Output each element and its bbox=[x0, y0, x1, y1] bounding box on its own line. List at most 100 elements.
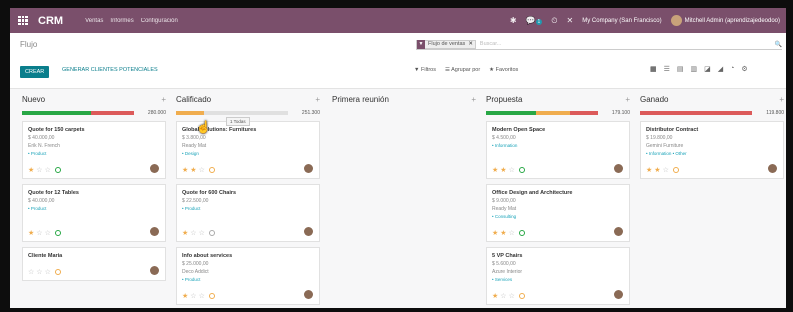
activity-status-icon[interactable] bbox=[518, 230, 525, 236]
progress-bar[interactable] bbox=[22, 111, 134, 115]
priority-star-icon[interactable]: ★ bbox=[182, 229, 188, 237]
menu-configuracion[interactable]: Configuración bbox=[141, 18, 178, 24]
priority-star-icon[interactable]: ★ bbox=[646, 166, 652, 174]
opportunity-card[interactable]: Quote for 600 Chairs $ 22.500,00 • Product… bbox=[176, 184, 320, 242]
priority-star-icon[interactable]: ☆ bbox=[199, 166, 205, 174]
apps-menu-icon[interactable] bbox=[18, 15, 28, 26]
graph-view-icon[interactable]: ◪ bbox=[704, 65, 711, 73]
menu-ventas[interactable]: Ventas bbox=[85, 18, 103, 24]
priority-star-icon[interactable]: ☆ bbox=[500, 292, 506, 300]
priority-star-icon[interactable]: ☆ bbox=[663, 166, 669, 174]
priority-star-icon[interactable]: ☆ bbox=[45, 268, 51, 276]
progress-segment-red[interactable] bbox=[569, 111, 598, 115]
priority-star-icon[interactable]: ★ bbox=[492, 229, 498, 237]
priority-star-icon[interactable]: ☆ bbox=[199, 292, 205, 300]
priority-star-icon[interactable]: ☆ bbox=[509, 229, 515, 237]
progress-segment-orange[interactable] bbox=[176, 111, 204, 115]
opportunity-card[interactable]: Office Design and Architecture $ 9.000,00… bbox=[486, 184, 630, 242]
progress-segment-red[interactable] bbox=[91, 111, 134, 115]
opportunity-card[interactable]: Cliente Maria ☆ ☆ ☆ bbox=[22, 247, 166, 281]
create-button[interactable]: CREAR bbox=[20, 66, 50, 78]
progress-bar[interactable] bbox=[640, 111, 752, 115]
chat-icon[interactable]: 💬 1 bbox=[526, 16, 543, 25]
facet-remove-icon[interactable]: ✕ bbox=[468, 41, 475, 47]
column-header[interactable]: Propuesta + bbox=[486, 95, 630, 104]
company-switcher[interactable]: My Company (San Francisco) bbox=[582, 18, 661, 24]
activity-status-icon[interactable] bbox=[54, 230, 61, 236]
kanban-view-icon[interactable]: ▦ bbox=[650, 65, 657, 73]
calendar-view-icon[interactable]: ▤ bbox=[677, 65, 684, 73]
opportunity-card[interactable]: 5 VP Chairs $ 5.600,00 Azure Interior • Ser… bbox=[486, 247, 630, 305]
cohort-view-icon[interactable]: ⚙ bbox=[741, 65, 747, 73]
column-header[interactable]: Ganado + bbox=[640, 95, 784, 104]
priority-star-icon[interactable]: ★ bbox=[28, 229, 34, 237]
column-header[interactable]: Nuevo + bbox=[22, 95, 166, 104]
priority-star-icon[interactable]: ☆ bbox=[45, 166, 51, 174]
menu-informes[interactable]: Informes bbox=[110, 18, 133, 24]
priority-star-icon[interactable]: ☆ bbox=[190, 292, 196, 300]
priority-star-icon[interactable]: ☆ bbox=[199, 229, 205, 237]
activity-status-icon[interactable] bbox=[208, 293, 215, 299]
progress-segment-green[interactable] bbox=[22, 111, 92, 115]
priority-star-icon[interactable]: ★ bbox=[28, 166, 34, 174]
list-view-icon[interactable]: ☰ bbox=[664, 65, 670, 73]
priority-star-icon[interactable]: ☆ bbox=[509, 166, 515, 174]
opportunity-card[interactable]: Distributor Contract $ 19.800,00 Gemini Fu… bbox=[640, 121, 784, 179]
priority-star-icon[interactable]: ★ bbox=[500, 166, 506, 174]
search-facet[interactable]: ▼ Flujo de ventas ✕ bbox=[416, 39, 476, 49]
map-view-icon[interactable]: ◢ bbox=[718, 65, 723, 73]
activity-status-icon[interactable] bbox=[208, 167, 215, 173]
activity-status-icon[interactable] bbox=[672, 167, 679, 173]
activity-view-icon[interactable]: ◔ bbox=[730, 65, 734, 73]
opportunity-card[interactable]: Info about services $ 25.000,00 Deco Addic… bbox=[176, 247, 320, 305]
priority-star-icon[interactable]: ☆ bbox=[36, 229, 42, 237]
opportunity-card[interactable]: Quote for 150 carpets $ 40.000,00 Erik N. … bbox=[22, 121, 166, 179]
generate-leads-button[interactable]: GENERAR CLIENTES POTENCIALES bbox=[62, 67, 158, 73]
progress-segment-orange[interactable] bbox=[536, 111, 570, 115]
priority-star-icon[interactable]: ☆ bbox=[190, 229, 196, 237]
progress-segment-green[interactable] bbox=[486, 111, 537, 115]
groupby-dropdown[interactable]: ☰ Agrupar por bbox=[445, 67, 480, 73]
filters-dropdown[interactable]: ▼ Filtros bbox=[414, 67, 436, 73]
quick-create-icon[interactable]: + bbox=[161, 95, 166, 104]
priority-star-icon[interactable]: ★ bbox=[654, 166, 660, 174]
app-brand[interactable]: CRM bbox=[38, 15, 63, 27]
search-icon[interactable]: 🔍 bbox=[775, 41, 782, 48]
activity-status-icon[interactable] bbox=[54, 167, 61, 173]
column-header[interactable]: Calificado + bbox=[176, 95, 320, 104]
search-input[interactable]: Buscar... bbox=[480, 41, 501, 47]
priority-star-icon[interactable]: ★ bbox=[182, 166, 188, 174]
search-bar[interactable]: ▼ Flujo de ventas ✕ Buscar... 🔍 bbox=[416, 39, 782, 50]
activity-status-icon[interactable] bbox=[208, 230, 215, 236]
progress-segment-red[interactable] bbox=[640, 111, 752, 115]
column-title: Primera reunión bbox=[332, 95, 389, 104]
activity-status-icon[interactable] bbox=[54, 269, 61, 275]
priority-star-icon[interactable]: ☆ bbox=[28, 268, 34, 276]
priority-star-icon[interactable]: ★ bbox=[500, 229, 506, 237]
quick-create-icon[interactable]: + bbox=[315, 95, 320, 104]
progress-bar[interactable] bbox=[486, 111, 598, 115]
activity-status-icon[interactable] bbox=[518, 167, 525, 173]
quick-create-icon[interactable]: + bbox=[471, 95, 476, 104]
bug-icon[interactable]: ✱ bbox=[510, 16, 517, 25]
activity-status-icon[interactable] bbox=[518, 293, 525, 299]
close-icon[interactable]: ✕ bbox=[567, 16, 574, 25]
priority-star-icon[interactable]: ☆ bbox=[36, 268, 42, 276]
user-menu[interactable]: Mitchell Admin (aprendizajedeodoo) bbox=[670, 15, 780, 26]
priority-star-icon[interactable]: ★ bbox=[182, 292, 188, 300]
quick-create-icon[interactable]: + bbox=[625, 95, 630, 104]
pivot-view-icon[interactable]: ▥ bbox=[691, 65, 698, 73]
priority-star-icon[interactable]: ★ bbox=[492, 292, 498, 300]
priority-star-icon[interactable]: ★ bbox=[190, 166, 196, 174]
priority-star-icon[interactable]: ★ bbox=[492, 166, 498, 174]
opportunity-card[interactable]: Quote for 12 Tables $ 40.000,00 • Product ★… bbox=[22, 184, 166, 242]
opportunity-card[interactable]: Modern Open Space $ 4.500,00 • Information… bbox=[486, 121, 630, 179]
activity-clock-icon[interactable]: ⏲ bbox=[551, 16, 557, 26]
priority-star-icon[interactable]: ☆ bbox=[509, 292, 515, 300]
column-header[interactable]: Primera reunión + bbox=[332, 95, 476, 104]
favorites-dropdown[interactable]: ★ Favoritos bbox=[489, 67, 518, 73]
progress-bar[interactable] bbox=[176, 111, 288, 115]
priority-star-icon[interactable]: ☆ bbox=[36, 166, 42, 174]
quick-create-icon[interactable]: + bbox=[779, 95, 784, 104]
priority-star-icon[interactable]: ☆ bbox=[45, 229, 51, 237]
